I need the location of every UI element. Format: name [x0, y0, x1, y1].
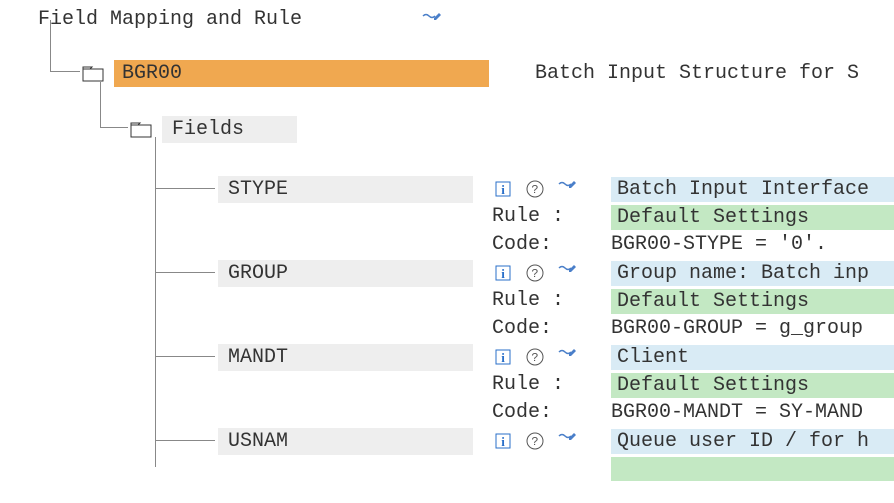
- svg-text:?: ?: [531, 267, 538, 281]
- field-description: Queue user ID / for h: [611, 429, 894, 454]
- folder-icon[interactable]: [130, 122, 152, 138]
- help-icon[interactable]: ?: [524, 262, 546, 284]
- resize-handle[interactable]: [10, 0, 30, 3]
- code-value: BGR00-STYPE = '0'.: [611, 233, 827, 256]
- rule-value: Default Settings: [611, 373, 894, 398]
- info-icon[interactable]: i: [492, 430, 514, 452]
- fields-label[interactable]: Fields: [162, 116, 297, 143]
- help-icon[interactable]: ?: [524, 346, 546, 368]
- rule-label: Rule :: [492, 205, 564, 228]
- field-description: Client: [611, 345, 894, 370]
- code-value: BGR00-MANDT = SY-MAND: [611, 401, 863, 424]
- folder-icon[interactable]: [82, 66, 104, 82]
- svg-text:?: ?: [531, 435, 538, 449]
- help-icon[interactable]: ?: [524, 430, 546, 452]
- edit-icon[interactable]: [556, 262, 578, 284]
- structure-name[interactable]: BGR00: [114, 60, 489, 87]
- structure-description: Batch Input Structure for S: [535, 62, 859, 85]
- help-icon[interactable]: ?: [524, 178, 546, 200]
- svg-text:?: ?: [531, 351, 538, 365]
- rule-value: [611, 457, 894, 481]
- svg-text:i: i: [501, 350, 505, 365]
- field-group[interactable]: GROUP: [218, 260, 473, 287]
- svg-text:i: i: [501, 434, 505, 449]
- field-stype[interactable]: STYPE: [218, 176, 473, 203]
- field-usnam[interactable]: USNAM: [218, 428, 473, 455]
- edit-icon[interactable]: [556, 346, 578, 368]
- field-description: Batch Input Interface: [611, 177, 894, 202]
- edit-icon[interactable]: [420, 12, 442, 39]
- info-icon[interactable]: i: [492, 178, 514, 200]
- root-title: Field Mapping and Rule: [38, 8, 302, 31]
- rule-label: Rule :: [492, 289, 564, 312]
- edit-icon[interactable]: [556, 178, 578, 200]
- field-description: Group name: Batch inp: [611, 261, 894, 286]
- info-icon[interactable]: i: [492, 346, 514, 368]
- svg-text:i: i: [501, 182, 505, 197]
- code-label: Code:: [492, 233, 552, 256]
- code-label: Code:: [492, 317, 552, 340]
- rule-value: Default Settings: [611, 289, 894, 314]
- svg-text:i: i: [501, 266, 505, 281]
- code-label: Code:: [492, 401, 552, 424]
- field-mandt[interactable]: MANDT: [218, 344, 473, 371]
- svg-text:?: ?: [531, 183, 538, 197]
- info-icon[interactable]: i: [492, 262, 514, 284]
- rule-value: Default Settings: [611, 205, 894, 230]
- rule-label: Rule :: [492, 373, 564, 396]
- code-value: BGR00-GROUP = g_group: [611, 317, 863, 340]
- edit-icon[interactable]: [556, 430, 578, 452]
